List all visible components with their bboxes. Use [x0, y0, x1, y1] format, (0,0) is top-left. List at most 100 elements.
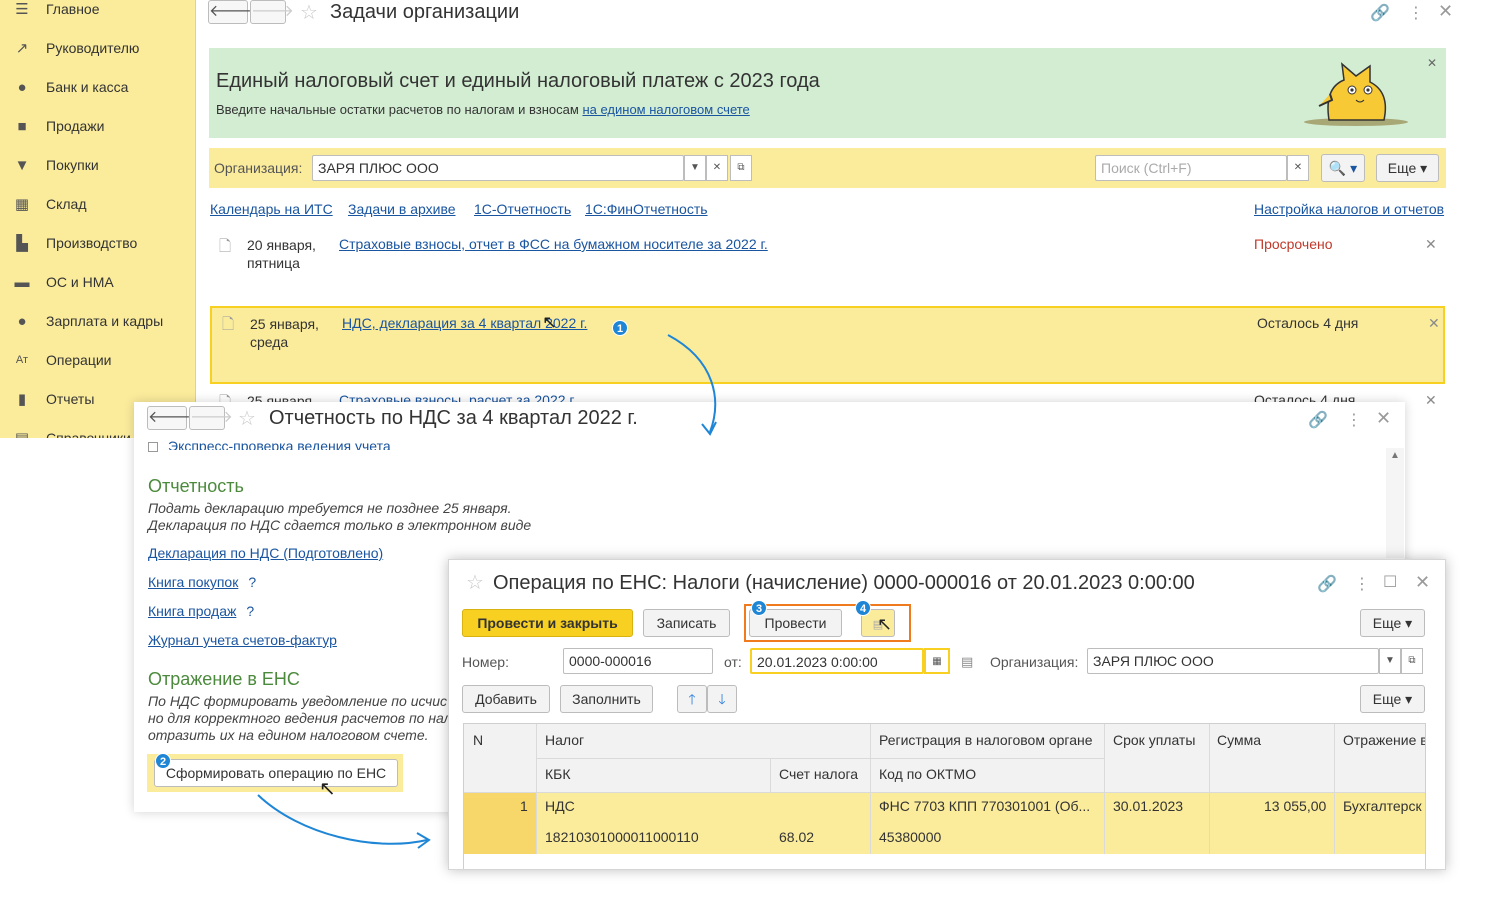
sidebar-item-bank[interactable]: ● Банк и касса — [0, 68, 196, 106]
open-icon[interactable]: ⧉ — [1401, 648, 1423, 674]
move-down-button[interactable]: 🡓 — [707, 685, 737, 713]
more-button[interactable]: Еще ▾ — [1376, 154, 1439, 182]
search-clear-icon[interactable]: ✕ — [1287, 155, 1309, 181]
help-icon[interactable]: ? — [246, 603, 254, 619]
tasks-window: ☰ Главное ↗ Руководителю ● Банк и касса ■ Пр… — [0, 0, 1460, 438]
link-icon[interactable]: 🔗 — [1317, 574, 1337, 594]
fill-button[interactable]: Заполнить — [560, 685, 653, 713]
task-status: Осталось 4 дня — [1257, 315, 1359, 331]
link-archive[interactable]: Задачи в архиве — [348, 201, 456, 217]
search-icon: 🔍 ▾ — [1328, 160, 1358, 176]
maximize-icon[interactable]: ☐ — [1383, 572, 1397, 592]
chevron-down-icon[interactable]: ▼ — [1379, 648, 1401, 674]
col-header-kbk: КБК — [545, 766, 571, 782]
banner-close-icon[interactable]: ✕ — [1427, 56, 1437, 70]
task-close-icon[interactable]: ✕ — [1425, 392, 1437, 409]
date-field[interactable]: 20.01.2023 0:00:00 — [750, 648, 924, 674]
banner-link[interactable]: на едином налоговом счете — [582, 102, 749, 117]
help-icon[interactable]: ? — [248, 574, 256, 590]
link-its-calendar[interactable]: Календарь на ИТС — [210, 201, 333, 217]
more-vert-icon[interactable]: ⋮ — [1346, 410, 1362, 430]
cell-due: 30.01.2023 — [1113, 798, 1184, 814]
close-icon[interactable]: ✕ — [1438, 1, 1453, 22]
more-vert-icon[interactable]: ⋮ — [1354, 574, 1370, 594]
checkbox[interactable] — [148, 442, 158, 452]
org-icon: ▤ — [961, 654, 974, 669]
form-ens-operation-button[interactable]: Сформировать операцию по ЕНС — [154, 759, 398, 787]
save-button[interactable]: Записать — [643, 609, 730, 637]
search-button[interactable]: 🔍 ▾ — [1321, 154, 1365, 182]
bag-icon: ■ — [17, 117, 27, 135]
star-icon[interactable]: ☆ — [300, 0, 318, 25]
deadline-text: Подать декларацию требуется не позднее 2… — [148, 500, 512, 516]
sidebar-item-purchases[interactable]: ▼ Покупки — [0, 146, 196, 184]
arrow-down-icon: 🡓 — [718, 691, 726, 707]
sidebar-item-salary[interactable]: ● Зарплата и кадры — [0, 302, 196, 340]
link-tax-settings[interactable]: Настройка налогов и отчетов — [1254, 201, 1444, 217]
cell-reflection: Бухгалтерск — [1343, 798, 1422, 814]
back-button[interactable]: 🡐 — [147, 406, 191, 430]
purchase-book-link[interactable]: Книга покупок — [148, 574, 238, 590]
vat-declaration-link[interactable]: Декларация по НДС (Подготовлено) — [148, 545, 383, 561]
task-close-icon[interactable]: ✕ — [1425, 236, 1437, 253]
banner-title: Единый налоговый счет и единый налоговый… — [216, 70, 820, 92]
calendar-icon[interactable]: ▦ — [924, 648, 950, 674]
sidebar-item-production[interactable]: ▙ Производство — [0, 224, 196, 262]
link-icon[interactable]: 🔗 — [1308, 410, 1328, 430]
sidebar-item-main[interactable]: ☰ Главное — [0, 0, 196, 28]
annotation-arrow-2 — [257, 794, 431, 849]
table-more-button[interactable]: Еще ▾ — [1360, 685, 1425, 713]
org-field[interactable]: ЗАРЯ ПЛЮС ООО — [312, 155, 684, 181]
chevron-down-icon[interactable]: ▼ — [684, 155, 706, 181]
sales-book-link[interactable]: Книга продаж — [148, 603, 236, 619]
sidebar-item-warehouse[interactable]: ▦ Склад — [0, 185, 196, 223]
sidebar-item-manager[interactable]: ↗ Руководителю — [0, 29, 196, 67]
ens-text: но для корректного ведения расчетов по н… — [148, 710, 452, 726]
ens-operation-window: ☆ Операция по ЕНС: Налоги (начисление) 0… — [448, 559, 1446, 870]
sidebar-item-sales[interactable]: ■ Продажи — [0, 107, 196, 145]
window-title: Задачи организации — [330, 1, 520, 23]
post-and-close-button[interactable]: Провести и закрыть — [462, 609, 633, 637]
star-icon[interactable]: ☆ — [466, 570, 484, 595]
col-header-registration: Регистрация в налоговом органе — [879, 732, 1093, 748]
express-check-link[interactable]: Экспресс-проверка ведения учета — [168, 438, 391, 450]
sidebar-item-operations[interactable]: Ат Операции — [0, 341, 196, 379]
task-row[interactable]: 🗋 20 января, пятница Страховые взносы, от… — [209, 226, 1446, 286]
taxes-table: N Налог КБК Счет налога Регистрация в на… — [463, 723, 1426, 869]
search-input[interactable]: Поиск (Ctrl+F) — [1095, 155, 1287, 181]
add-button[interactable]: Добавить — [462, 685, 550, 713]
more-button[interactable]: Еще ▾ — [1360, 609, 1425, 637]
forward-button[interactable]: 🡒 — [189, 406, 233, 430]
chart-icon: ▮ — [17, 391, 27, 408]
ens-text: По НДС формировать уведомление по исчис — [148, 693, 448, 709]
close-icon[interactable]: ✕ — [1415, 572, 1430, 593]
sidebar-item-assets[interactable]: ▬ ОС и НМА — [0, 263, 196, 301]
forward-button[interactable]: 🡒 — [250, 0, 294, 24]
org-label: Организация: — [214, 160, 303, 176]
number-label: Номер: — [462, 654, 509, 670]
invoice-journal-link[interactable]: Журнал учета счетов-фактур — [148, 632, 337, 648]
open-icon[interactable]: ⧉ — [730, 155, 752, 181]
task-close-icon[interactable]: ✕ — [1428, 315, 1440, 332]
more-vert-icon[interactable]: ⋮ — [1408, 3, 1424, 23]
clear-icon[interactable]: ✕ — [706, 155, 728, 181]
link-1c-finreporting[interactable]: 1С:ФинОтчетность — [585, 201, 708, 217]
org-label: Организация: — [990, 654, 1079, 670]
sidebar: ☰ Главное ↗ Руководителю ● Банк и касса ■ Пр… — [0, 0, 196, 438]
link-icon[interactable]: 🔗 — [1370, 3, 1390, 23]
move-up-button[interactable]: 🡑 — [677, 685, 707, 713]
back-button[interactable]: 🡐 — [208, 0, 252, 24]
col-header-reflection: Отражение в — [1343, 732, 1426, 748]
link-1c-reporting[interactable]: 1С-Отчетность — [474, 201, 571, 217]
menu-icon: ☰ — [15, 1, 29, 18]
document-icon: 🗋 — [219, 238, 232, 255]
scrollbar[interactable]: ▲ — [1386, 448, 1404, 558]
star-icon[interactable]: ☆ — [238, 406, 256, 431]
task-title[interactable]: Страховые взносы, отчет в ФСС на бумажно… — [339, 236, 768, 252]
org-field[interactable]: ЗАРЯ ПЛЮС ООО — [1087, 648, 1379, 674]
task-row-selected[interactable]: 🗋 25 января, среда НДС, декларация за 4 к… — [210, 306, 1445, 384]
close-icon[interactable]: ✕ — [1376, 408, 1391, 429]
arrow-right-icon: 🡒 — [190, 409, 233, 426]
cell-oktmo: 45380000 — [879, 829, 942, 845]
number-field[interactable]: 0000-000016 — [563, 648, 713, 674]
